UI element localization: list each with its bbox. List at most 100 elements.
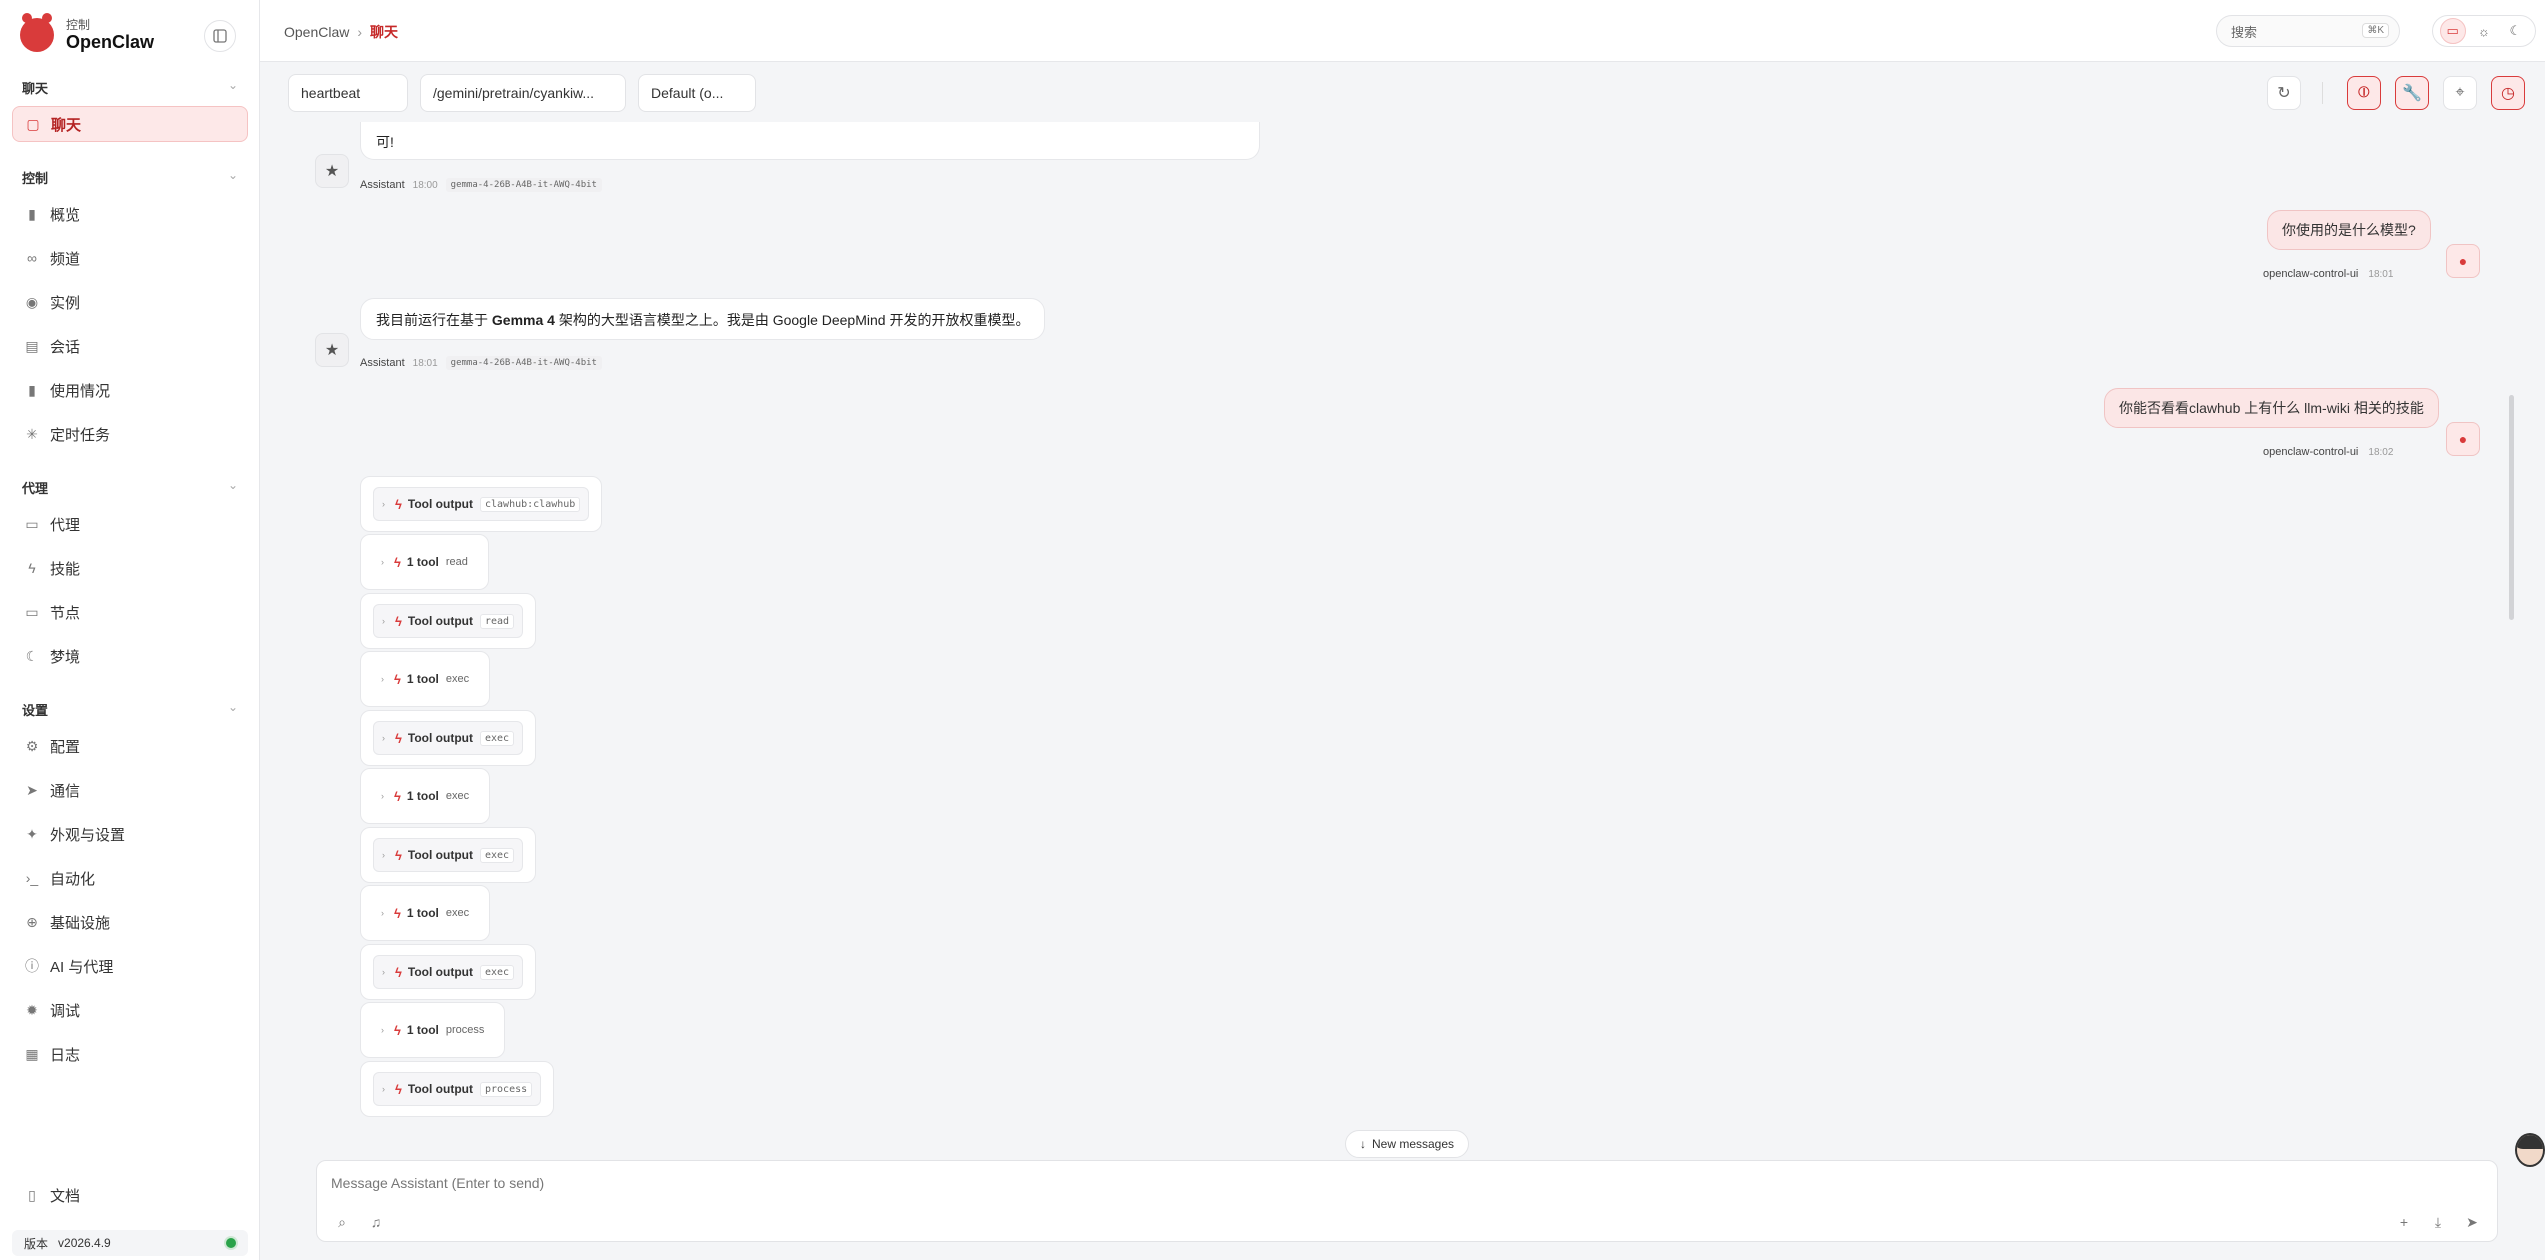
tool-card[interactable]: › ϟ 1 tool exec: [360, 885, 491, 941]
focus-button[interactable]: ⌖: [2443, 76, 2477, 110]
message-composer[interactable]: Message Assistant (Enter to send) ⌕ ♫ + …: [316, 1160, 2498, 1242]
sidebar-item-label: 调试: [50, 1002, 81, 1020]
chat-scrollbar[interactable]: [2509, 395, 2514, 620]
microphone-icon[interactable]: ♫: [365, 1211, 387, 1233]
loader-icon: ✳: [26, 425, 38, 442]
bolt-icon: ϟ: [395, 847, 402, 863]
section-chat-label: 聊天: [22, 81, 49, 96]
tool-card[interactable]: › ϟ 1 tool read: [360, 534, 489, 590]
chevron-right-icon: ›: [381, 1025, 384, 1035]
tool-name: exec: [479, 847, 515, 863]
toolbar-divider: [2322, 82, 2323, 104]
chevron-down-icon: ⌄: [227, 78, 238, 92]
search-input[interactable]: 搜索 ⌘K: [2216, 15, 2400, 47]
session-select[interactable]: heartbeat: [288, 74, 408, 112]
model-select[interactable]: /gemini/pretrain/cyankiw...: [420, 74, 626, 112]
history-button[interactable]: ◷: [2491, 76, 2525, 110]
sidebar-item-cron[interactable]: ✳ 定时任务: [12, 416, 248, 452]
chevron-down-icon: ⌄: [227, 478, 238, 492]
tool-name: exec: [479, 730, 515, 746]
collapse-sidebar-button[interactable]: [204, 20, 236, 52]
timestamp: 18:01: [412, 357, 438, 369]
sidebar-item-channels[interactable]: ∞ 频道: [12, 240, 248, 276]
sun-icon[interactable]: ☼: [2471, 18, 2497, 44]
sidebar-item-usage[interactable]: ▮ 使用情况: [12, 372, 248, 408]
sidebar-item-logs[interactable]: ▦ 日志: [12, 1036, 248, 1072]
tool-card[interactable]: › ϟ 1 tool process: [360, 1002, 506, 1058]
sidebar-item-config[interactable]: ⚙ 配置: [12, 728, 248, 764]
star-icon: ★: [324, 342, 340, 359]
tool-card[interactable]: › ϟ Tool output exec: [360, 827, 537, 883]
message-input[interactable]: Message Assistant (Enter to send): [331, 1175, 544, 1191]
send-icon[interactable]: ➤: [2461, 1211, 2483, 1233]
attach-icon[interactable]: ⌕: [331, 1211, 353, 1233]
tool-label: Tool output: [407, 497, 473, 511]
assistant-name: Assistant: [360, 179, 405, 191]
sidebar-item-label: 概览: [50, 206, 81, 224]
tool-card[interactable]: › ϟ 1 tool exec: [360, 768, 491, 824]
sidebar-item-label: 频道: [50, 250, 81, 268]
sidebar-item-label: 聊天: [51, 116, 82, 134]
tool-card[interactable]: › ϟ Tool output read: [360, 593, 537, 649]
sidebar-item-communication[interactable]: ➤ 通信: [12, 772, 248, 808]
bolt-icon: ϟ: [394, 788, 401, 804]
sidebar-item-sessions[interactable]: ▤ 会话: [12, 328, 248, 364]
sidebar-item-overview[interactable]: ▮ 概览: [12, 196, 248, 232]
section-control[interactable]: 控制 ⌄: [22, 168, 238, 187]
sidebar-item-chat[interactable]: ▢ 聊天: [12, 106, 248, 142]
sidebar-item-automation[interactable]: ›_ 自动化: [12, 860, 248, 896]
session-select-value: heartbeat: [301, 85, 361, 101]
sidebar-item-infrastructure[interactable]: ⊕ 基础设施: [12, 904, 248, 940]
tool-card[interactable]: › ϟ 1 tool exec: [360, 651, 491, 707]
user-meta: openclaw-control-ui 18:02: [2263, 446, 2393, 458]
sidebar-item-appearance[interactable]: ✦ 外观与设置: [12, 816, 248, 852]
bolt-icon: ϟ: [395, 496, 402, 512]
tool-card[interactable]: › ϟ Tool output exec: [360, 710, 537, 766]
download-icon[interactable]: ⤓: [2427, 1211, 2449, 1233]
section-chat[interactable]: 聊天 ⌄: [22, 78, 238, 97]
tool-card[interactable]: › ϟ Tool output process: [360, 1061, 555, 1117]
section-settings[interactable]: 设置 ⌄: [22, 700, 238, 719]
breadcrumb-root[interactable]: OpenClaw: [284, 24, 349, 40]
sidebar-item-label: 自动化: [50, 870, 96, 888]
sidebar-item-ai-agents[interactable]: ⓘ AI 与代理: [12, 948, 248, 984]
sidebar-item-debug[interactable]: ✹ 调试: [12, 992, 248, 1028]
send-icon: ➤: [26, 781, 38, 798]
monitor-icon[interactable]: ▭: [2439, 18, 2466, 44]
user-message: 你能否看看clawhub 上有什么 llm-wiki 相关的技能: [2104, 388, 2439, 428]
moon-icon[interactable]: ☾: [2502, 18, 2528, 44]
tools-button[interactable]: 🔧: [2395, 76, 2429, 110]
sidebar-item-nodes[interactable]: ▭ 节点: [12, 594, 248, 630]
assistant-mascot-avatar[interactable]: [2515, 1133, 2545, 1167]
tool-card[interactable]: › ϟ Tool output clawhub:clawhub: [360, 476, 603, 532]
sidebar-item-label: 日志: [50, 1046, 81, 1064]
mode-select[interactable]: Default (o...: [638, 74, 756, 112]
tool-label: 1 tool: [406, 906, 439, 920]
sidebar-item-agents[interactable]: ▭ 代理: [12, 506, 248, 542]
plus-icon[interactable]: +: [2393, 1211, 2415, 1233]
chat-bubble-icon: ▢: [26, 115, 40, 132]
monitor-icon: ▭: [25, 603, 39, 620]
chevron-right-icon: ›: [357, 24, 363, 40]
theme-switcher: ▭ ☼ ☾: [2432, 15, 2536, 47]
brand[interactable]: 控制 OpenClaw: [20, 13, 154, 52]
section-agent[interactable]: 代理 ⌄: [22, 478, 238, 497]
sidebar-item-dreams[interactable]: ☾ 梦境: [12, 638, 248, 674]
new-messages-button[interactable]: ↓ New messages: [1345, 1130, 1469, 1158]
bolt-icon: ϟ: [395, 964, 402, 980]
tool-label: Tool output: [407, 1082, 473, 1096]
tool-name: exec: [479, 964, 515, 980]
sidebar-item-docs[interactable]: ▯ 文档: [12, 1177, 248, 1213]
sidebar-item-skills[interactable]: ϟ 技能: [12, 550, 248, 586]
brain-button[interactable]: ⦶: [2347, 76, 2381, 110]
top-bar: OpenClaw › 聊天 搜索 ⌘K ▭ ☼ ☾: [260, 0, 2545, 62]
sidebar-item-label: 定时任务: [50, 426, 111, 444]
refresh-button[interactable]: ↻: [2267, 76, 2301, 110]
chevron-right-icon: ›: [382, 850, 385, 860]
user-name: openclaw-control-ui: [2263, 446, 2359, 458]
radio-icon: ◉: [25, 293, 39, 310]
chevron-down-icon: ⌄: [227, 168, 238, 182]
tool-card[interactable]: › ϟ Tool output exec: [360, 944, 537, 1000]
bolt-icon: ϟ: [395, 730, 402, 746]
sidebar-item-instances[interactable]: ◉ 实例: [12, 284, 248, 320]
